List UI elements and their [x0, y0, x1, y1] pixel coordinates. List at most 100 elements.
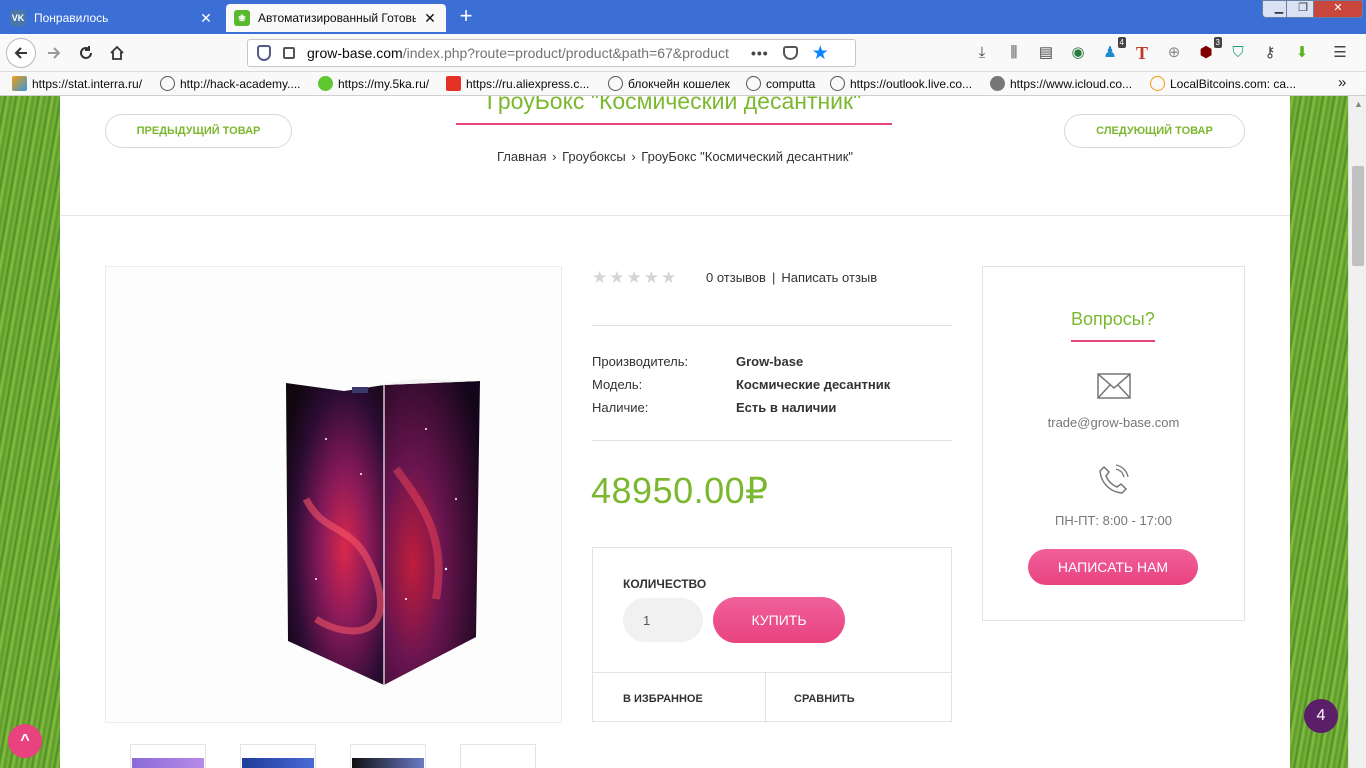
reload-icon	[80, 46, 92, 59]
bookmark-star-icon[interactable]: ★	[812, 42, 829, 65]
tab-title: Понравилось	[34, 11, 109, 25]
rating-stars: ★ ★ ★ ★ ★	[592, 268, 678, 288]
product-image[interactable]	[105, 266, 562, 723]
bookmarks-overflow-button[interactable]: »	[1338, 74, 1346, 91]
spec-label: Производитель:	[592, 354, 689, 369]
manufacturer-link[interactable]: Grow-base	[736, 354, 803, 377]
extension-globe-icon[interactable]: ◉	[1068, 43, 1088, 63]
previous-product-button[interactable]: ПРЕДЫДУЩИЙ ТОВАР	[105, 114, 292, 148]
back-button[interactable]	[6, 38, 36, 68]
bookmark-item[interactable]: https://outlook.live.co...	[830, 76, 972, 91]
thumbnail[interactable]	[240, 744, 316, 768]
key-icon[interactable]: ⚷	[1260, 43, 1280, 63]
reviews-count-link[interactable]: 0 отзывов	[706, 270, 766, 285]
url-path: /index.php?route=product/product&path=67…	[402, 45, 729, 61]
download-helper-icon[interactable]: ⬇	[1292, 43, 1312, 63]
localbitcoins-icon	[1150, 76, 1165, 91]
scroll-up-arrow-icon[interactable]: ▲	[1354, 99, 1363, 109]
reviews-separator: |	[771, 270, 776, 285]
address-bar[interactable]: grow-base.com/index.php?route=product/pr…	[247, 39, 856, 67]
scroll-thumb[interactable]	[1352, 166, 1364, 266]
download-icon[interactable]: ⤓	[972, 43, 992, 63]
spec-label: Наличие:	[592, 400, 649, 415]
next-product-button[interactable]: СЛЕДУЮЩИЙ ТОВАР	[1064, 114, 1245, 148]
bookmarks-bar: https://stat.interra.ru/ http://hack-aca…	[0, 72, 1366, 96]
arrow-right-icon	[48, 47, 61, 59]
breadcrumb-home[interactable]: Главная	[497, 149, 546, 164]
breadcrumb-growboxes[interactable]: Гроубоксы	[562, 149, 626, 164]
add-to-favorites-button[interactable]: В ИЗБРАННОЕ	[623, 693, 703, 705]
spec-manufacturer: Производитель: Grow-base	[592, 354, 890, 377]
info-divider	[592, 325, 952, 326]
bookmark-label: https://www.icloud.co...	[1010, 76, 1133, 91]
bookmark-label: https://stat.interra.ru/	[32, 76, 143, 91]
compare-button[interactable]: СРАВНИТЬ	[794, 693, 855, 705]
actions-separator	[765, 673, 766, 723]
scroll-to-top-button[interactable]: ^	[8, 724, 42, 758]
quantity-label: КОЛИЧЕСТВО	[623, 577, 707, 591]
bookmark-item[interactable]: https://stat.interra.ru/	[12, 76, 142, 91]
tab-grow-base[interactable]: ❀ Автоматизированный Готовый ✕	[226, 4, 446, 32]
contact-panel: Вопросы? trade@grow-base.com ПН-ПТ: 8:00…	[982, 266, 1245, 621]
close-tab-icon[interactable]: ✕	[422, 10, 438, 27]
url-text[interactable]: grow-base.com/index.php?route=product/pr…	[307, 45, 737, 61]
bookmark-item[interactable]: блокчейн кошелек	[608, 76, 730, 91]
bookmark-label: https://outlook.live.co...	[850, 76, 973, 91]
new-tab-button[interactable]: +	[452, 4, 480, 30]
pocket-icon[interactable]	[782, 46, 798, 60]
tracking-shield-icon[interactable]	[257, 45, 271, 61]
bookmark-label: блокчейн кошелек	[628, 76, 730, 91]
info-divider	[592, 440, 952, 441]
bookmark-item[interactable]: LocalBitcoins.com: ca...	[1150, 76, 1296, 91]
star-icon: ★	[592, 268, 608, 287]
extension-badge: 4	[1117, 37, 1126, 48]
tab-title: Автоматизированный Готовый	[258, 11, 416, 25]
home-icon	[110, 45, 124, 60]
thumbnail[interactable]	[130, 744, 206, 768]
page-actions-icon[interactable]: •••	[751, 45, 769, 61]
contact-email[interactable]: trade@grow-base.com	[983, 415, 1244, 430]
reload-button[interactable]	[72, 39, 100, 67]
quantity-input[interactable]	[623, 598, 703, 642]
page-scrollbar[interactable]: ▲	[1348, 96, 1366, 768]
extension-ghost-icon[interactable]: ♟ 4	[1100, 37, 1126, 63]
globe-icon	[160, 76, 175, 91]
thumbnail[interactable]	[460, 744, 536, 768]
star-icon: ★	[661, 268, 677, 287]
url-host: grow-base.com	[307, 45, 403, 61]
vpn-shield-icon[interactable]: ⛉	[1228, 43, 1248, 63]
close-tab-icon[interactable]: ✕	[198, 10, 214, 27]
menu-icon[interactable]: ☰	[1330, 43, 1350, 63]
star-icon: ★	[643, 268, 659, 287]
buy-button[interactable]: КУПИТЬ	[713, 597, 845, 643]
spec-label: Модель:	[592, 377, 643, 392]
sidebar-icon[interactable]: ▤	[1036, 43, 1056, 63]
chat-counter-badge[interactable]: 4	[1304, 699, 1338, 733]
bookmark-item[interactable]: https://www.icloud.co...	[990, 76, 1132, 91]
reviews-line: 0 отзывов | Написать отзыв	[706, 270, 877, 285]
write-review-link[interactable]: Написать отзыв	[781, 270, 877, 285]
bookmark-item[interactable]: computta	[746, 76, 815, 91]
bookmark-label: https://my.5ka.ru/	[338, 76, 430, 91]
thumbnail[interactable]	[350, 744, 426, 768]
phone-icon	[1099, 464, 1129, 494]
globe-icon	[746, 76, 761, 91]
write-to-us-button[interactable]: НАПИСАТЬ НАМ	[1028, 549, 1198, 585]
globe-icon	[608, 76, 623, 91]
home-button[interactable]	[103, 39, 131, 67]
page-title: ГроуБокс "Космический десантник"	[456, 96, 892, 125]
bookmark-label: http://hack-academy....	[180, 76, 301, 91]
library-icon[interactable]: ⫼	[1004, 43, 1024, 63]
lock-icon[interactable]	[283, 47, 295, 59]
ublock-icon[interactable]: ⬢ 3	[1196, 37, 1222, 63]
bookmark-item[interactable]: https://ru.aliexpress.c...	[446, 76, 589, 91]
bookmark-item[interactable]: http://hack-academy....	[160, 76, 301, 91]
grow-base-icon: ❀	[234, 10, 250, 26]
bookmark-item[interactable]: https://my.5ka.ru/	[318, 76, 429, 91]
globe-icon[interactable]: ⊕	[1164, 43, 1184, 63]
toolbar-icons: ⤓ ⫼ ▤ ◉ ♟ 4 T ⊕ ⬢ 3 ⛉ ⚷ ⬇ ☰	[972, 37, 1362, 63]
translate-icon[interactable]: T	[1132, 43, 1152, 63]
tab-vk[interactable]: VK Понравилось ✕	[2, 4, 222, 32]
forward-button[interactable]	[40, 39, 68, 67]
close-window-button[interactable]: ✕	[1313, 0, 1363, 18]
